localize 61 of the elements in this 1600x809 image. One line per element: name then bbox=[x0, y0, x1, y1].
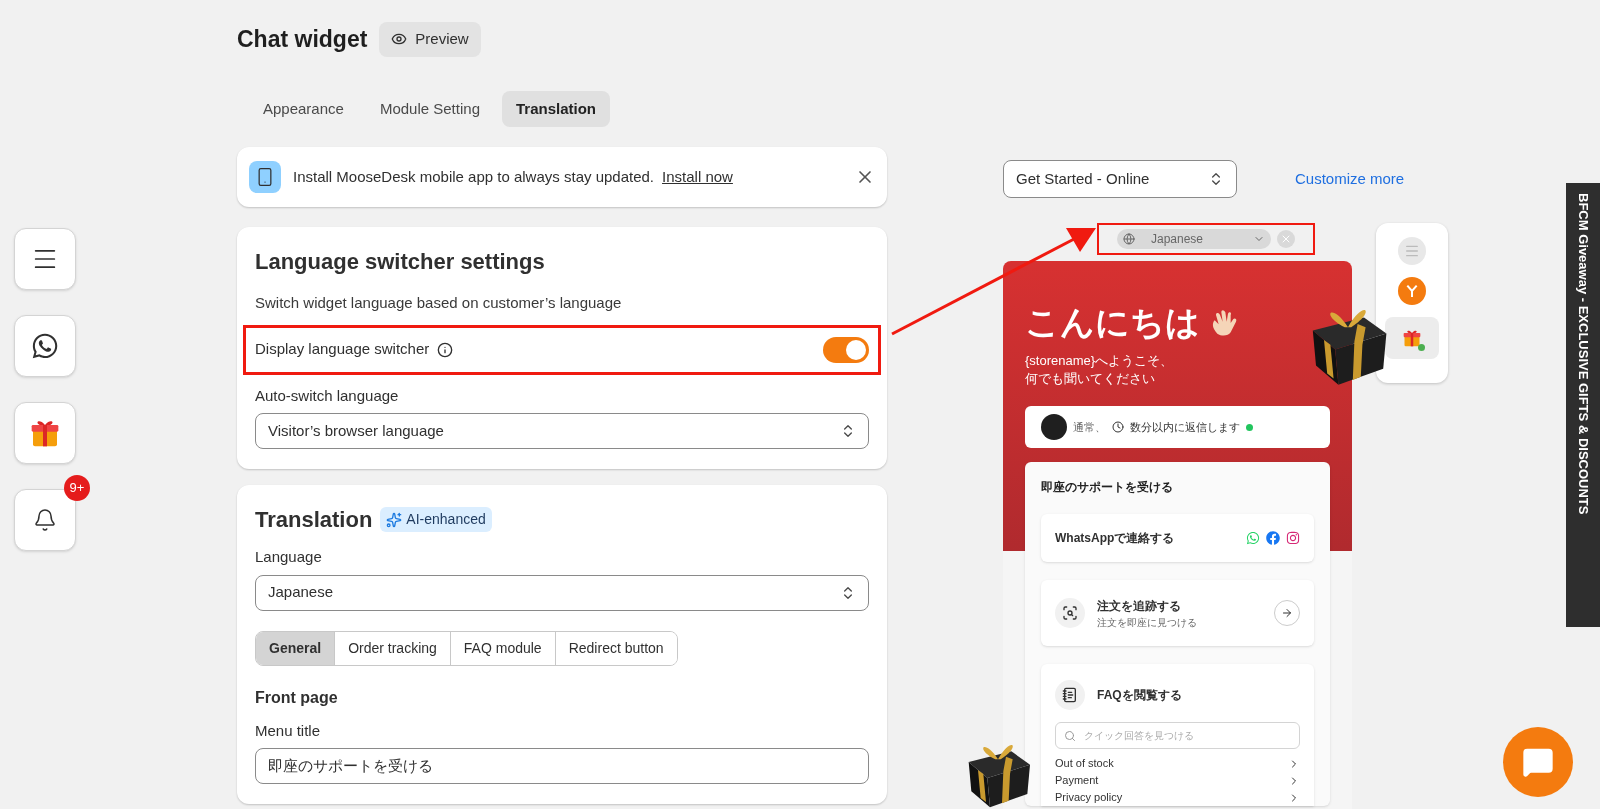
globe-icon bbox=[1123, 233, 1135, 245]
install-link[interactable]: Install now bbox=[662, 165, 733, 189]
faq-item[interactable]: Payment bbox=[1055, 772, 1300, 789]
menu-button[interactable] bbox=[14, 228, 76, 290]
language-select[interactable]: Japanese bbox=[255, 574, 869, 611]
faq-item[interactable]: Out of stock bbox=[1055, 755, 1300, 772]
field-label: Auto-switch language bbox=[255, 385, 400, 406]
card-title: Language switcher settings bbox=[255, 248, 546, 276]
status-prefix: 通常、 bbox=[1073, 419, 1106, 435]
toggle-switch[interactable] bbox=[823, 336, 869, 363]
banner-text: Install MooseDesk mobile app to always stay updated. bbox=[293, 166, 655, 187]
phone-icon bbox=[249, 161, 281, 193]
order-track-card[interactable]: 注文を追跡する 注文を即座に見つける bbox=[1041, 580, 1314, 646]
switch-label: Display language switcher bbox=[255, 339, 430, 360]
whatsapp-icon bbox=[1246, 531, 1260, 545]
segment-tab[interactable]: Redirect button bbox=[554, 631, 677, 665]
ai-badge: AI-enhanced bbox=[380, 507, 492, 532]
chat-bubble-icon bbox=[1522, 746, 1554, 778]
whatsapp-button[interactable] bbox=[14, 315, 76, 377]
gift-icon bbox=[1402, 328, 1422, 348]
track-title: 注文を追跡する bbox=[1097, 597, 1182, 615]
gift-launcher[interactable] bbox=[1385, 317, 1439, 359]
greeting: こんにちは bbox=[1025, 302, 1200, 343]
description: Switch widget language based on customer’s language bbox=[255, 293, 623, 313]
notification-badge: 9+ bbox=[64, 475, 90, 501]
tab[interactable]: Translation bbox=[502, 90, 610, 127]
sparkle-icon bbox=[386, 511, 403, 528]
preview-button[interactable]: Preview bbox=[379, 22, 481, 57]
tab[interactable]: Appearance bbox=[249, 90, 358, 127]
field-label: Menu title bbox=[255, 720, 322, 741]
info-icon bbox=[437, 341, 454, 358]
whatsapp-icon bbox=[31, 332, 59, 360]
bell-icon bbox=[33, 508, 57, 532]
tab[interactable]: Module Setting bbox=[365, 90, 494, 127]
faq-title: FAQを閲覧する bbox=[1097, 687, 1182, 704]
language-pill[interactable]: Japanese bbox=[1117, 229, 1271, 249]
segment-tab[interactable]: General bbox=[256, 631, 335, 665]
faq-item[interactable]: Privacy policy bbox=[1055, 789, 1300, 806]
clock-icon bbox=[1112, 421, 1124, 433]
field-label: Language bbox=[255, 547, 323, 567]
contact-card[interactable]: WhatsAppで連絡する bbox=[1041, 514, 1314, 562]
instagram-icon bbox=[1286, 531, 1300, 545]
menu-title-input[interactable]: 即座のサポートを受ける bbox=[255, 748, 869, 784]
reply-time: 数分以内に返信します bbox=[1130, 419, 1240, 435]
page-title: Chat widget bbox=[237, 25, 368, 54]
search-icon bbox=[1064, 729, 1076, 742]
section-title: Front page bbox=[255, 687, 339, 708]
customize-link[interactable]: Customize more bbox=[1295, 167, 1405, 191]
support-title: 即座のサポートを受ける bbox=[1041, 479, 1174, 496]
avatar bbox=[1041, 414, 1067, 440]
notes-icon bbox=[1055, 680, 1085, 710]
brand-logo-icon[interactable] bbox=[1398, 277, 1426, 305]
search-document-icon bbox=[1055, 598, 1085, 628]
auto-switch-select[interactable]: Visitor’s browser language bbox=[255, 413, 869, 449]
promo-tab[interactable]: BFCM Giveaway - EXCLUSIVE GIFTS & DISCOUNTS bbox=[1566, 183, 1600, 627]
welcome-text: {storename}へようこそ、 何でも聞いてください bbox=[1025, 352, 1175, 388]
page-select[interactable]: Get Started - Online bbox=[1003, 160, 1237, 198]
facebook-icon bbox=[1266, 531, 1280, 545]
track-subtitle: 注文を即座に見つける bbox=[1097, 615, 1197, 630]
card-title: Translation bbox=[255, 506, 373, 534]
gift-button[interactable] bbox=[14, 402, 76, 464]
